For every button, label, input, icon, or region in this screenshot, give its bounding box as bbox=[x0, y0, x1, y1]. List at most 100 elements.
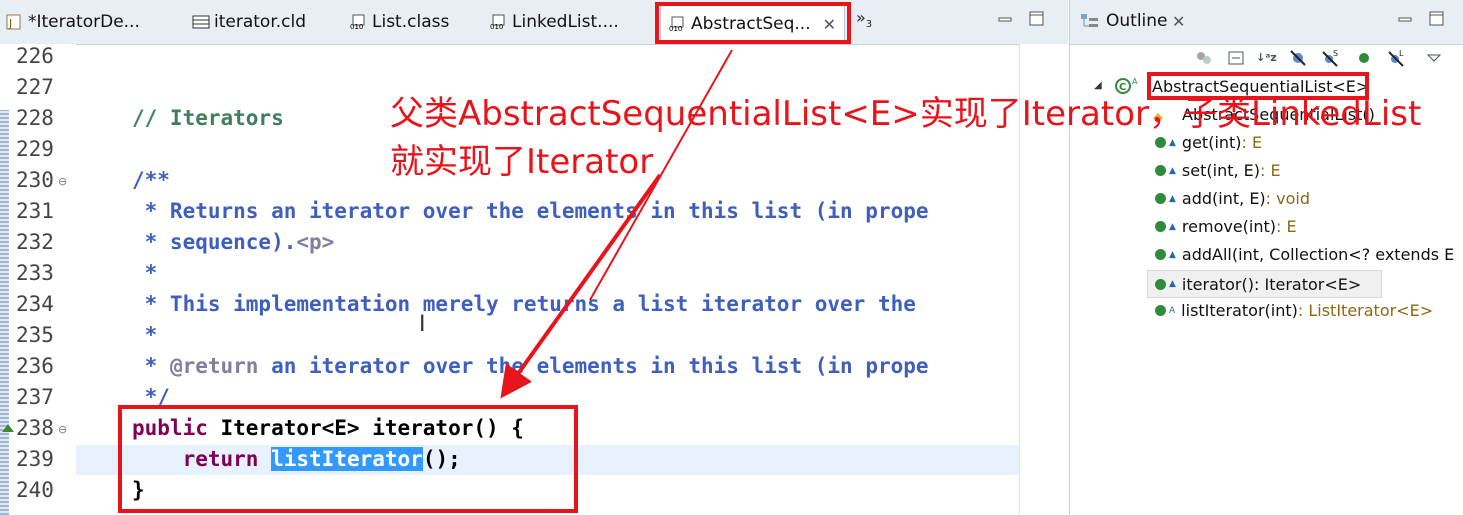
maximize-icon[interactable] bbox=[1428, 10, 1446, 28]
outline-icon bbox=[1080, 13, 1100, 35]
code-line: * @return an iterator over the elements … bbox=[132, 354, 929, 378]
public-method-icon bbox=[1155, 278, 1166, 290]
class-diagram-icon bbox=[192, 14, 210, 30]
override-marker-icon bbox=[2, 424, 14, 432]
outline-item[interactable]: ▲ addAll(int, Collection<? extends E bbox=[1155, 245, 1454, 264]
line-number: 234 bbox=[16, 292, 54, 316]
outline-item[interactable]: ▲ get(int) : E bbox=[1155, 133, 1262, 152]
outline-item-type: : E bbox=[1241, 133, 1263, 152]
outline-item-type: : void bbox=[1265, 189, 1311, 208]
outline-header: Outline ✕ bbox=[1070, 0, 1463, 45]
hide-nonpublic-icon[interactable] bbox=[1354, 48, 1374, 68]
outline-item-name: get(int) bbox=[1181, 133, 1242, 152]
svg-text:J: J bbox=[8, 17, 12, 30]
abstract-marker-icon: ▲ bbox=[1169, 279, 1176, 289]
javadoc-tag: @return bbox=[169, 354, 259, 378]
outline-item-name: set(int, E) bbox=[1181, 161, 1260, 180]
collapse-all-icon[interactable] bbox=[1194, 48, 1214, 68]
outline-item[interactable]: ▲ remove(int) : E bbox=[1155, 217, 1297, 236]
svg-text:L: L bbox=[1399, 49, 1404, 58]
editor-tab-bar: J *IteratorDe... iterator.cld 010 List.c… bbox=[0, 0, 1068, 45]
public-method-icon bbox=[1155, 137, 1166, 148]
annotation-line-2: 就实现了Iterator bbox=[390, 142, 654, 182]
line-number: 227 bbox=[16, 75, 54, 99]
fold-toggle-icon[interactable]: ⊖ bbox=[58, 423, 67, 436]
outline-item[interactable]: ▲ add(int, E) : void bbox=[1155, 189, 1310, 208]
outline-item-selected[interactable]: ▲ iterator() : Iterator<E> bbox=[1147, 270, 1382, 298]
outline-item-type: : E bbox=[1276, 217, 1297, 236]
svg-text:S: S bbox=[1333, 49, 1338, 58]
abstract-marker-icon: ▲ bbox=[1169, 193, 1176, 204]
text-cursor-icon: I bbox=[419, 312, 426, 337]
tab-linkedlist-class[interactable]: 010 LinkedList.... bbox=[490, 6, 619, 38]
public-method-icon bbox=[1155, 305, 1166, 316]
code-line: * Returns an iterator over the elements … bbox=[132, 199, 929, 223]
outline-title: Outline bbox=[1106, 11, 1168, 31]
outline-item[interactable]: AlistIterator(int) : ListIterator<E> bbox=[1155, 301, 1433, 320]
tab-iterator-demo[interactable]: J *IteratorDe... bbox=[6, 6, 140, 38]
minimize-icon[interactable] bbox=[996, 10, 1014, 28]
highlight-box-iterator-method bbox=[118, 405, 578, 513]
code-line: * This implementation merely returns a l… bbox=[132, 292, 916, 316]
line-number: 236 bbox=[16, 354, 54, 378]
line-number: 226 bbox=[16, 44, 54, 68]
overflow-count: 3 bbox=[865, 19, 873, 31]
minimize-icon[interactable] bbox=[1396, 10, 1414, 28]
public-method-icon bbox=[1155, 165, 1166, 176]
code-line: * sequence).<p> bbox=[132, 230, 335, 254]
java-file-icon: J bbox=[6, 14, 22, 30]
outline-item-name: add(int, E) bbox=[1181, 189, 1266, 208]
line-number: 240 bbox=[16, 478, 54, 502]
view-menu-icon[interactable] bbox=[1424, 48, 1444, 68]
abstract-marker-icon: ▲ bbox=[1169, 165, 1176, 176]
fold-toggle-icon[interactable]: ⊖ bbox=[58, 175, 67, 188]
highlight-box-active-tab bbox=[655, 2, 851, 44]
line-number: 232 bbox=[16, 230, 54, 254]
code-line: // Iterators bbox=[132, 106, 284, 130]
line-number: 230 bbox=[16, 168, 54, 192]
abstract-marker-icon: ▲ bbox=[1169, 221, 1176, 232]
class-file-icon: 010 bbox=[490, 14, 506, 31]
code-text: an iterator over the elements in this li… bbox=[258, 354, 929, 378]
tab-label: iterator.cld bbox=[214, 12, 307, 32]
public-method-icon bbox=[1155, 193, 1166, 204]
svg-text:010: 010 bbox=[350, 23, 363, 30]
line-number: 238 bbox=[16, 416, 54, 440]
public-method-icon bbox=[1155, 221, 1166, 232]
code-line: /** bbox=[132, 168, 170, 192]
tab-list-class[interactable]: 010 List.class bbox=[350, 6, 449, 38]
code-line: * bbox=[132, 261, 158, 285]
link-editor-icon[interactable] bbox=[1226, 48, 1246, 68]
abstract-marker-icon: A bbox=[1169, 305, 1176, 316]
hide-static-icon[interactable]: S bbox=[1320, 48, 1340, 68]
line-number: 228 bbox=[16, 106, 54, 130]
line-number: 237 bbox=[16, 385, 54, 409]
outline-item-name: listIterator(int) bbox=[1181, 301, 1298, 320]
sort-icon[interactable]: ↓ᵃz bbox=[1256, 48, 1277, 68]
tab-label: List.class bbox=[372, 12, 450, 32]
tab-label: LinkedList.... bbox=[512, 12, 619, 32]
line-number: 235 bbox=[16, 323, 54, 347]
outline-item-name: iterator() bbox=[1181, 274, 1254, 294]
abstract-marker-icon: ▲ bbox=[1169, 137, 1176, 148]
code-text: * sequence). bbox=[132, 230, 297, 254]
code-line: * bbox=[132, 323, 158, 347]
tab-iterator-cld[interactable]: iterator.cld bbox=[192, 6, 306, 38]
outline-item[interactable]: ▲ set(int, E) : E bbox=[1155, 161, 1281, 180]
annotation-line-1: 父类AbstractSequentialList<E>实现了Iterator，子… bbox=[390, 94, 1422, 134]
change-marker-bar bbox=[0, 110, 9, 515]
maximize-icon[interactable] bbox=[1028, 10, 1046, 28]
line-number: 231 bbox=[16, 199, 54, 223]
close-outline-icon[interactable]: ✕ bbox=[1172, 12, 1185, 31]
outline-item-type: : Iterator<E> bbox=[1254, 274, 1362, 294]
html-tag: <p> bbox=[296, 230, 335, 254]
hide-fields-icon[interactable] bbox=[1288, 48, 1308, 68]
tab-overflow-button[interactable]: »3 bbox=[856, 8, 872, 30]
outline-item-name: remove(int) bbox=[1181, 217, 1277, 236]
hide-local-types-icon[interactable]: L bbox=[1386, 48, 1406, 68]
line-number: 233 bbox=[16, 261, 54, 285]
public-method-icon bbox=[1155, 249, 1166, 260]
outline-item-name: addAll(int, Collection<? extends E bbox=[1181, 245, 1455, 264]
svg-text:010: 010 bbox=[490, 23, 503, 30]
svg-text:A: A bbox=[1132, 77, 1138, 86]
